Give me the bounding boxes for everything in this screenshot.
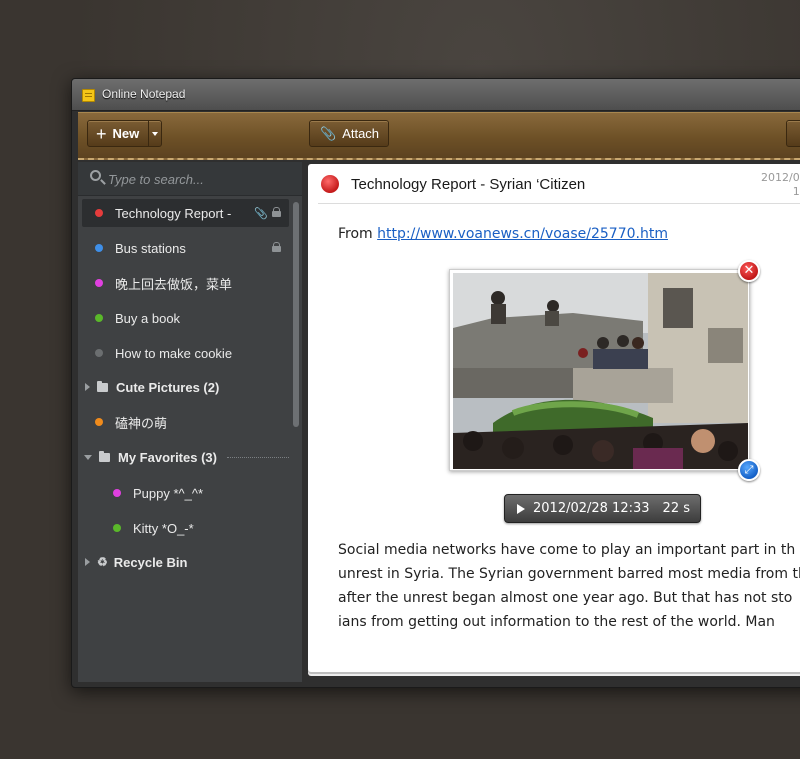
note-label: How to make cookie — [115, 345, 233, 361]
plus-icon: + — [96, 123, 107, 144]
body-line: Social media networks have come to play … — [338, 542, 796, 558]
note-item[interactable]: Puppy *^_^* — [82, 479, 289, 507]
recycle-icon: ♻ — [97, 555, 108, 569]
folder-icon — [99, 450, 110, 462]
photo-illustration — [453, 273, 748, 469]
note-item[interactable]: Buy a book — [82, 304, 289, 332]
lock-icon — [272, 242, 281, 252]
note-label: Technology Report - — [115, 205, 232, 221]
color-dot — [95, 279, 103, 287]
sidebar: Technology Report - 📎 Bus stations 晚上回去做… — [78, 162, 302, 682]
source-link[interactable]: http://www.voanews.cn/voase/25770.htm — [377, 226, 668, 242]
chevron-down-icon — [152, 131, 158, 136]
note-body[interactable]: Social media networks have come to play … — [338, 538, 800, 634]
note-date: 2012/0 1 — [761, 171, 800, 199]
note-date-line: 1 — [792, 185, 800, 198]
folder-my-favorites[interactable]: My Favorites (3) — [82, 443, 289, 471]
note-editor[interactable]: Technology Report - Syrian ‘Citizen 2012… — [308, 164, 800, 672]
color-dot — [95, 418, 103, 426]
close-icon: ✕ — [743, 263, 755, 278]
search-input[interactable] — [108, 170, 288, 188]
from-line: From http://www.voanews.cn/voase/25770.h… — [338, 226, 668, 242]
note-title[interactable]: Technology Report - Syrian ‘Citizen — [351, 176, 585, 193]
new-label: New — [112, 126, 140, 141]
play-icon[interactable] — [517, 503, 525, 514]
search-box — [78, 162, 302, 196]
notepad-icon — [82, 89, 95, 102]
attach-label: Attach — [342, 126, 380, 141]
color-dot — [95, 244, 103, 252]
note-item[interactable]: 晚上回去做饭，菜单 — [82, 269, 289, 297]
note-label: Puppy *^_^* — [133, 485, 204, 501]
color-dot — [95, 349, 103, 357]
paperclip-icon: 📎 — [254, 208, 268, 220]
folder-label: Recycle Bin — [113, 554, 188, 570]
color-dot — [113, 524, 121, 532]
app-window: Online Notepad + New 📎 Attach Technology… — [71, 78, 800, 688]
body-line: unrest in Syria. The Syrian government b… — [338, 566, 800, 582]
note-color-dot[interactable] — [321, 175, 339, 193]
attach-button[interactable]: 📎 Attach — [309, 120, 389, 147]
folder-label: My Favorites (3) — [118, 449, 217, 465]
audio-timestamp: 2012/02/28 12:33 — [533, 501, 650, 516]
color-dot — [95, 314, 103, 322]
window-title: Online Notepad — [102, 87, 186, 101]
resize-icon: ⤢ — [744, 463, 754, 476]
note-label: 晚上回去做饭，菜单 — [115, 276, 233, 292]
note-label: Buy a book — [115, 310, 181, 326]
remove-image-button[interactable]: ✕ — [738, 260, 760, 282]
note-label: Bus stations — [115, 240, 186, 256]
new-dropdown-button[interactable] — [148, 120, 162, 147]
chevron-down-icon — [84, 454, 92, 460]
color-dot — [95, 209, 103, 217]
folder-icon — [97, 380, 108, 392]
note-date-line: 2012/0 — [761, 171, 800, 184]
toolbar: + New 📎 Attach — [78, 112, 800, 160]
folder-label: Cute Pictures (2) — [116, 379, 220, 395]
note-item[interactable]: Bus stations — [82, 234, 289, 262]
new-note-button[interactable]: + New — [87, 120, 153, 147]
sidebar-scrollbar[interactable] — [293, 202, 299, 427]
chevron-right-icon — [85, 383, 90, 391]
color-dot — [113, 489, 121, 497]
note-item[interactable]: Technology Report - 📎 — [82, 199, 289, 227]
lock-icon — [272, 207, 281, 217]
resize-image-button[interactable]: ⤢ — [738, 459, 760, 481]
from-label: From — [338, 226, 373, 242]
paperclip-icon: 📎 — [320, 125, 337, 141]
chevron-right-icon — [85, 558, 90, 566]
note-label: 磕神の萌 — [115, 415, 168, 431]
note-label: Kitty *O_-* — [133, 520, 194, 536]
photo — [453, 273, 748, 469]
divider — [226, 456, 289, 458]
audio-player[interactable]: 2012/02/28 12:33 22 s — [504, 494, 701, 523]
note-item[interactable]: Kitty *O_-* — [82, 514, 289, 542]
audio-duration: 22 s — [662, 501, 690, 516]
folder-recycle-bin[interactable]: ♻ Recycle Bin — [82, 548, 289, 576]
note-item[interactable]: How to make cookie — [82, 339, 289, 367]
divider — [318, 203, 800, 204]
image-attachment[interactable] — [449, 269, 750, 471]
folder-cute-pictures[interactable]: Cute Pictures (2) — [82, 373, 289, 401]
body-line: after the unrest began almost one year a… — [338, 590, 793, 606]
body-line: ians from getting out information to the… — [338, 614, 775, 630]
search-icon — [90, 170, 101, 181]
sync-button[interactable] — [786, 120, 800, 147]
note-item[interactable]: 磕神の萌 — [82, 408, 289, 436]
title-bar[interactable]: Online Notepad — [72, 79, 800, 111]
